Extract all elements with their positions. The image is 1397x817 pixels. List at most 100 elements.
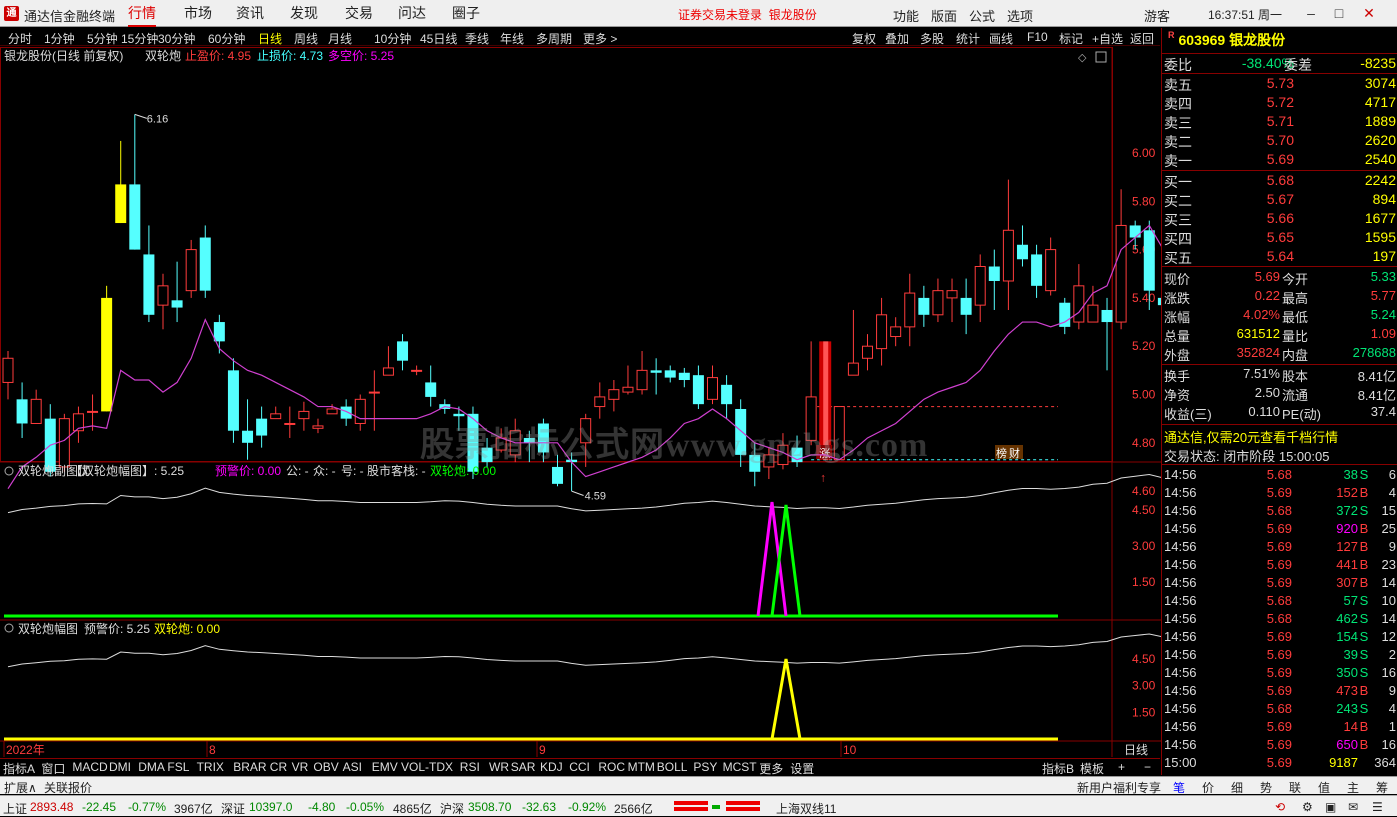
period-3[interactable]: 15分钟: [121, 30, 158, 47]
indicator-tab-24[interactable]: 更多: [759, 760, 783, 777]
user-guest[interactable]: 游客: [1144, 6, 1170, 25]
stock-code[interactable]: R 603969 银龙股份: [1168, 30, 1285, 50]
period-13[interactable]: 多周期: [536, 30, 572, 47]
refresh-icon[interactable]: ⟲: [1275, 800, 1285, 814]
tool-button-7[interactable]: +自选: [1092, 30, 1123, 47]
server-line[interactable]: 上海双线11: [776, 800, 836, 817]
expand-button[interactable]: 扩展∧: [4, 779, 37, 796]
indicator-tab-25[interactable]: 设置: [790, 760, 814, 777]
bid-row[interactable]: 买四 5.65 1595: [1162, 229, 1397, 247]
period-8[interactable]: 月线: [328, 30, 352, 47]
tool-button-8[interactable]: 返回: [1130, 30, 1154, 47]
ask-row[interactable]: 卖四 5.72 4717: [1162, 94, 1397, 112]
indicator-tab-12[interactable]: EMV: [372, 760, 398, 774]
menu-faxian[interactable]: 发现: [290, 0, 318, 27]
period-2[interactable]: 5分钟: [87, 30, 118, 47]
period-0[interactable]: 分时: [8, 30, 32, 47]
indicator-tab-1[interactable]: 窗口: [41, 760, 65, 777]
detail-tab-5[interactable]: 值: [1318, 779, 1330, 796]
bid-row[interactable]: 买五 5.64 197: [1162, 248, 1397, 266]
indicator-tab-14[interactable]: RSI: [460, 760, 480, 774]
detail-tab-1[interactable]: 价: [1202, 779, 1214, 796]
period-4[interactable]: 30分钟: [158, 30, 195, 47]
bid-row[interactable]: 买一 5.68 2242: [1162, 172, 1397, 190]
period-6[interactable]: 日线: [258, 30, 282, 47]
tool-button-1[interactable]: 叠加: [885, 30, 909, 47]
indicator-tab-19[interactable]: ROC: [598, 760, 625, 774]
message-icon[interactable]: ☰: [1372, 800, 1383, 814]
indicator-tab-13[interactable]: VOL-TDX: [401, 760, 453, 774]
indicator-tab-22[interactable]: PSY: [693, 760, 717, 774]
indicator-tab-17[interactable]: KDJ: [540, 760, 563, 774]
ask-row[interactable]: 卖二 5.70 2620: [1162, 132, 1397, 150]
indicator-right-2[interactable]: +: [1118, 760, 1125, 774]
period-1[interactable]: 1分钟: [44, 30, 75, 47]
menu-zixun[interactable]: 资讯: [236, 0, 264, 27]
menu-banmian[interactable]: 版面: [931, 6, 957, 25]
tool-button-5[interactable]: F10: [1027, 30, 1048, 44]
indicator-tab-4[interactable]: DMA: [138, 760, 165, 774]
period-11[interactable]: 季线: [465, 30, 489, 47]
monitor-icon[interactable]: ▣: [1325, 800, 1336, 814]
indicator-tab-2[interactable]: MACD: [72, 760, 107, 774]
menu-quanzi[interactable]: 圈子: [452, 0, 480, 27]
chart-area[interactable]: 银龙股份(日线 前复权) 双轮炮 止盈价: 4.95 止损价: 4.73 多空价: 5.…: [0, 47, 1161, 777]
maximize-icon[interactable]: □: [1328, 4, 1350, 22]
indicator-tab-6[interactable]: TRIX: [197, 760, 224, 774]
indicator-tab-7[interactable]: BRAR: [233, 760, 266, 774]
indicator-tab-3[interactable]: DMI: [109, 760, 131, 774]
related-quote-button[interactable]: 关联报价: [44, 779, 92, 796]
tool-button-0[interactable]: 复权: [852, 30, 876, 47]
promo-link[interactable]: 通达信,仅需20元查看千档行情: [1162, 427, 1397, 445]
menu-gongneng[interactable]: 功能: [893, 6, 919, 25]
ask-row[interactable]: 卖五 5.73 3074: [1162, 75, 1397, 93]
indicator-tab-18[interactable]: CCI: [569, 760, 590, 774]
new-user-benefit-link[interactable]: 新用户福利专享: [1077, 779, 1161, 796]
menu-xuanxiang[interactable]: 选项: [1007, 6, 1033, 25]
tool-button-4[interactable]: 画线: [989, 30, 1013, 47]
indicator-tab-21[interactable]: BOLL: [657, 760, 688, 774]
menu-gongshi[interactable]: 公式: [969, 6, 995, 25]
indicator-tab-20[interactable]: MTM: [628, 760, 655, 774]
menu-jiaoyi[interactable]: 交易: [345, 0, 373, 27]
period-10[interactable]: 45日线: [420, 30, 457, 47]
chat-icon[interactable]: ✉: [1348, 800, 1358, 814]
detail-tab-4[interactable]: 联: [1289, 779, 1301, 796]
indicator-tab-16[interactable]: SAR: [511, 760, 536, 774]
indicator-tab-0[interactable]: 指标A: [3, 760, 35, 777]
indicator-tab-9[interactable]: VR: [292, 760, 309, 774]
period-14[interactable]: 更多 >: [583, 30, 617, 47]
detail-tab-7[interactable]: 筹: [1376, 779, 1388, 796]
menu-wenda[interactable]: 问达: [398, 0, 426, 27]
menu-shichang[interactable]: 市场: [184, 0, 212, 27]
minimize-icon[interactable]: –: [1300, 4, 1322, 22]
bid-row[interactable]: 买三 5.66 1677: [1162, 210, 1397, 228]
period-9[interactable]: 10分钟: [374, 30, 411, 47]
indicator-tab-8[interactable]: CR: [270, 760, 287, 774]
detail-tab-3[interactable]: 势: [1260, 779, 1272, 796]
period-7[interactable]: 周线: [294, 30, 318, 47]
indicator-right-3[interactable]: −: [1144, 760, 1151, 774]
bid-row[interactable]: 买二 5.67 894: [1162, 191, 1397, 209]
indicator-tab-23[interactable]: MCST: [723, 760, 757, 774]
indicator-right-0[interactable]: 指标B: [1042, 760, 1074, 777]
tool-button-6[interactable]: 标记: [1059, 30, 1083, 47]
indicator-tab-10[interactable]: OBV: [313, 760, 338, 774]
detail-tab-0[interactable]: 笔: [1173, 779, 1185, 796]
login-notice[interactable]: 证券交易未登录 银龙股份: [678, 6, 817, 23]
detail-tab-2[interactable]: 细: [1231, 779, 1243, 796]
indicator-tab-15[interactable]: WR: [489, 760, 509, 774]
indicator-tab-11[interactable]: ASI: [343, 760, 362, 774]
close-icon[interactable]: ✕: [1358, 4, 1380, 22]
ask-row[interactable]: 卖一 5.69 2540: [1162, 151, 1397, 169]
ask-row[interactable]: 卖三 5.71 1889: [1162, 113, 1397, 131]
period-5[interactable]: 60分钟: [208, 30, 245, 47]
indicator-right-1[interactable]: 模板: [1080, 760, 1104, 777]
period-12[interactable]: 年线: [500, 30, 524, 47]
gear-icon[interactable]: ⚙: [1302, 800, 1313, 814]
tool-button-3[interactable]: 统计: [956, 30, 980, 47]
tool-button-2[interactable]: 多股: [920, 30, 944, 47]
indicator-tab-5[interactable]: FSL: [167, 760, 189, 774]
menu-hangqing[interactable]: 行情: [128, 0, 156, 27]
detail-tab-6[interactable]: 主: [1347, 779, 1359, 796]
